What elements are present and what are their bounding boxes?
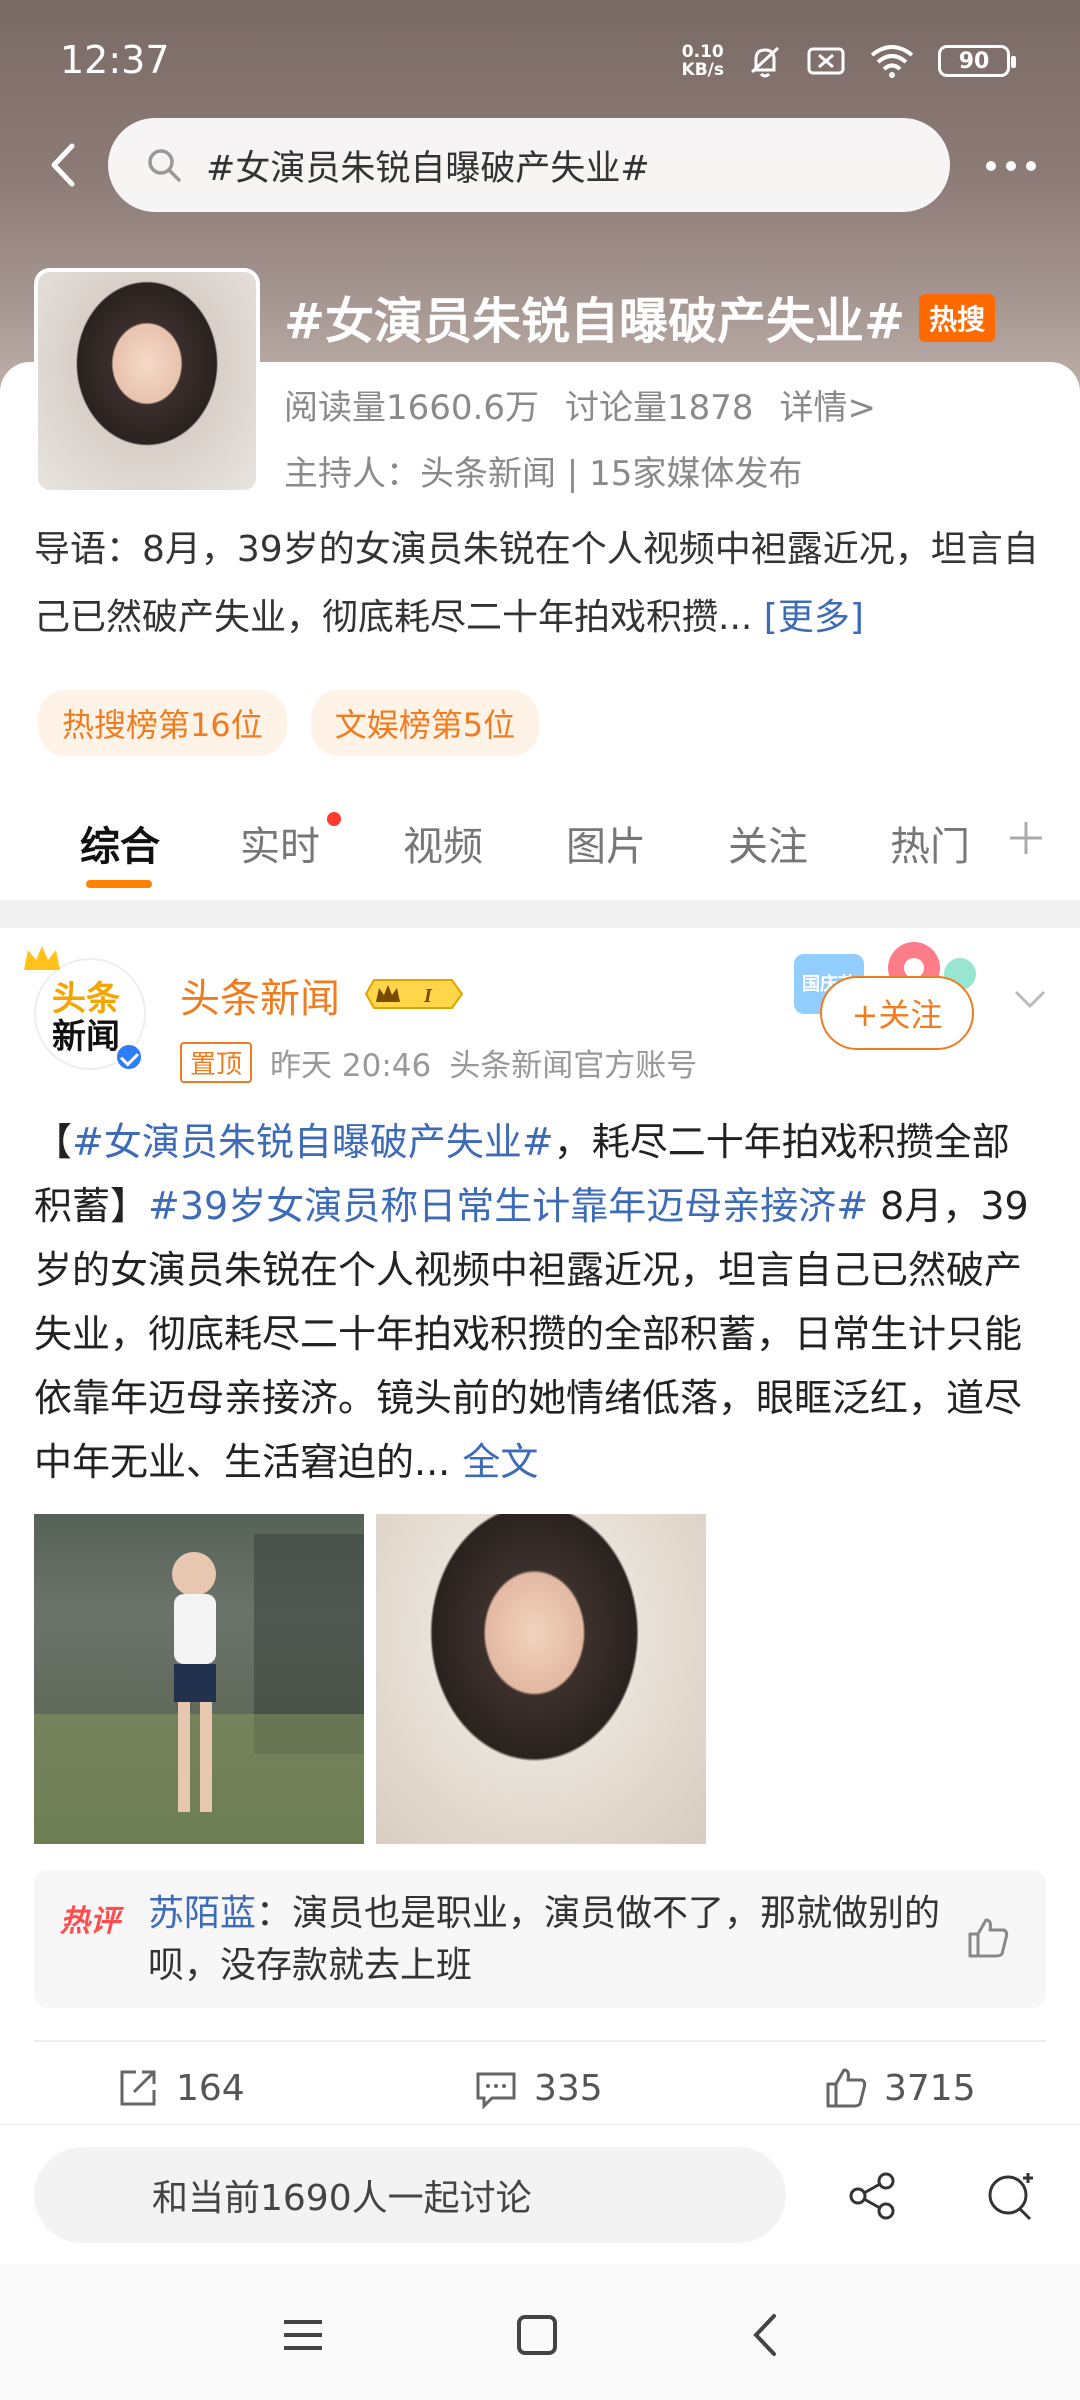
network-speed: 0.10 KB/s xyxy=(681,42,724,80)
share-icon[interactable] xyxy=(846,2169,900,2223)
like-count: 3715 xyxy=(884,2067,976,2109)
add-tab-icon[interactable] xyxy=(1006,818,1046,858)
discussion-input[interactable]: 和当前1690人一起讨论 xyxy=(34,2147,786,2243)
menu-nav-icon[interactable] xyxy=(280,2312,326,2358)
like-button[interactable]: 3715 xyxy=(824,2066,976,2110)
read-count: 阅读量1660.6万 xyxy=(284,388,539,428)
tab-video[interactable]: 视频 xyxy=(403,814,483,872)
status-bar: 12:37 0.10 KB/s 90 xyxy=(0,0,1080,120)
hot-comment-badge: 热评 xyxy=(60,1904,120,1939)
post-source: 头条新闻官方账号 xyxy=(449,1048,698,1084)
actions-divider xyxy=(34,2040,1046,2042)
post-meta: 置顶 昨天 20:46 头条新闻官方账号 xyxy=(180,1040,697,1085)
topic-stats: 阅读量1660.6万 讨论量1878 详情> xyxy=(284,380,876,429)
tab-realtime[interactable]: 实时 xyxy=(240,814,320,872)
back-nav-icon[interactable] xyxy=(744,2312,790,2358)
tab-comprehensive[interactable]: 综合 xyxy=(80,814,160,872)
status-icons: 0.10 KB/s 90 xyxy=(681,42,1016,80)
hot-comment[interactable]: 热评 苏陌蓝：演员也是职业，演员做不了，那就做别的呗，没存款就去上班 xyxy=(34,1870,1046,2008)
active-tab-indicator xyxy=(86,880,152,888)
post-time: 昨天 20:46 xyxy=(270,1048,432,1084)
search-query: #女演员朱锐自曝破产失业# xyxy=(206,148,650,189)
post-topic-link-1[interactable]: #女演员朱锐自曝破产失业# xyxy=(72,1120,554,1164)
section-divider xyxy=(0,900,1080,928)
chevron-down-icon[interactable] xyxy=(1010,984,1050,1014)
comment-button[interactable]: 335 xyxy=(474,2066,603,2110)
full-text-link[interactable]: 全文 xyxy=(462,1440,538,1484)
sim-off-icon xyxy=(807,47,845,75)
like-icon xyxy=(826,2068,867,2108)
tab-popular[interactable]: 热门 xyxy=(890,814,970,872)
new-content-dot xyxy=(327,812,341,826)
hot-comment-text: 苏陌蓝：演员也是职业，演员做不了，那就做别的呗，没存款就去上班 xyxy=(148,1893,941,1986)
details-link[interactable]: 详情> xyxy=(780,380,877,429)
more-options-icon[interactable] xyxy=(986,148,1046,184)
post-image-1[interactable] xyxy=(34,1514,364,1844)
status-time: 12:37 xyxy=(60,38,170,82)
repost-button[interactable]: 164 xyxy=(116,2066,245,2110)
rank-tag-entertainment[interactable]: 文娱榜第5位 xyxy=(310,690,540,756)
tab-bar: 综合 实时 视频 图片 关注 热门 xyxy=(0,800,1080,900)
topic-guide: 导语：8月，39岁的女演员朱锐在个人视频中袒露近况，坦言自己已然破产失业，彻底耗… xyxy=(34,529,1039,638)
system-nav-bar xyxy=(0,2264,1080,2400)
comment-icon xyxy=(476,2072,516,2110)
svg-text:I: I xyxy=(423,985,433,1007)
rank-tag-hot-search[interactable]: 热搜榜第16位 xyxy=(38,690,287,756)
pinned-tag: 置顶 xyxy=(180,1042,253,1083)
bottom-bar: 和当前1690人一起讨论 xyxy=(0,2124,1080,2264)
rank-tags: 热搜榜第16位 文娱榜第5位 xyxy=(38,690,540,756)
follow-button[interactable]: +关注 xyxy=(820,976,974,1050)
back-arrow-icon[interactable] xyxy=(40,140,90,190)
repost-count: 164 xyxy=(176,2067,245,2109)
author-name[interactable]: 头条新闻 xyxy=(180,966,340,1024)
topic-title: #女演员朱锐自曝破产失业# 热搜 xyxy=(284,282,996,353)
verified-icon xyxy=(114,1042,144,1072)
hot-badge: 热搜 xyxy=(919,293,996,342)
battery-indicator: 90 xyxy=(938,45,1016,77)
post-image-2[interactable] xyxy=(376,1514,706,1844)
home-nav-icon[interactable] xyxy=(514,2312,560,2358)
repost-icon xyxy=(120,2070,156,2106)
thumbs-up-icon[interactable] xyxy=(962,1912,1012,1962)
guide-more-link[interactable]: [更多] xyxy=(764,597,864,638)
search-bar[interactable]: #女演员朱锐自曝破产失业# xyxy=(108,118,950,212)
mute-bell-icon xyxy=(750,46,780,78)
search-icon xyxy=(148,149,181,182)
vip-level-badge-icon: I xyxy=(364,979,464,1009)
post-topic-link-2[interactable]: #39岁女演员称日常生计靠年迈母亲接济# xyxy=(148,1184,868,1228)
wifi-icon xyxy=(870,45,914,78)
topic-host: 主持人：头条新闻 | 15家媒体发布 xyxy=(284,454,803,494)
post-body: 【#女演员朱锐自曝破产失业#，耗尽二十年拍戏积攒全部积蓄】#39岁女演员称日常生… xyxy=(34,1120,1029,1484)
topic-thumbnail[interactable] xyxy=(34,268,260,494)
crown-icon xyxy=(24,946,60,970)
quote-repost-icon[interactable] xyxy=(984,2169,1038,2223)
discussion-count: 讨论量1878 xyxy=(564,388,754,428)
hot-comment-user[interactable]: 苏陌蓝 xyxy=(148,1893,256,1934)
tab-images[interactable]: 图片 xyxy=(566,814,646,872)
comment-count: 335 xyxy=(534,2067,603,2109)
tab-following[interactable]: 关注 xyxy=(728,814,808,872)
